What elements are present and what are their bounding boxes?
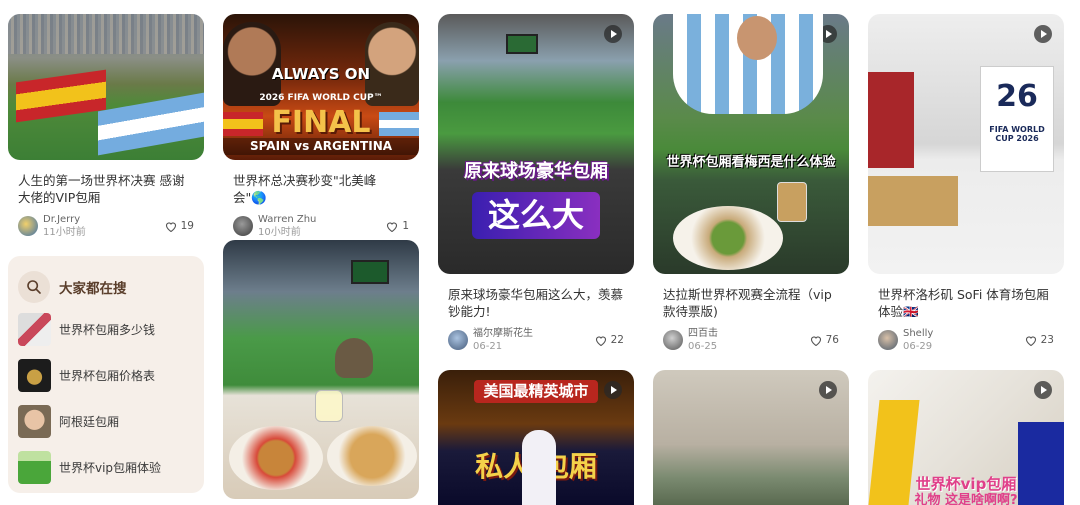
card-thumbnail[interactable] (8, 14, 204, 160)
card-thumbnail[interactable]: 26 FIFA WORLD CUP 2026 (868, 14, 1064, 274)
author-block[interactable]: 四百击 06-25 (688, 327, 718, 353)
card-meta: 福尔摩斯花生 06-21 22 (438, 326, 634, 354)
author-name[interactable]: Shelly (903, 327, 933, 340)
like-count: 19 (180, 220, 194, 232)
suggestion-thumbnail (18, 358, 51, 392)
author-block[interactable]: 福尔摩斯花生 06-21 (473, 327, 533, 353)
card-thumbnail[interactable]: 世界杯包厢看梅西是什么体验 (653, 14, 849, 274)
author-block[interactable]: Dr.Jerry 11小时前 (43, 213, 86, 239)
like-button[interactable]: 1 (386, 220, 409, 232)
post-time: 10小时前 (258, 227, 301, 238)
author-block[interactable]: Warren Zhu 10小时前 (258, 213, 316, 239)
overlay-event: 2026 FIFA WORLD CUP™ (259, 93, 383, 103)
feed-card[interactable]: 美国最精英城市 私人 包厢 (438, 370, 634, 505)
search-suggestion[interactable]: 世界杯包厢价格表 (8, 352, 204, 398)
overlay-match: SPAIN vs ARGENTINA (223, 138, 419, 156)
search-suggestion[interactable]: 阿根廷包厢 (8, 398, 204, 444)
avatar[interactable] (448, 330, 468, 350)
author-name[interactable]: Dr.Jerry (43, 213, 86, 226)
card-meta: 四百击 06-25 76 (653, 326, 849, 354)
avatar[interactable] (878, 330, 898, 350)
like-count: 1 (402, 220, 409, 232)
feed-card[interactable] (653, 370, 849, 505)
video-play-icon[interactable] (604, 381, 622, 399)
feed-card[interactable]: 26 FIFA WORLD CUP 2026 世界杯洛杉矶 SoFi 体育场包厢… (868, 14, 1064, 354)
like-count: 22 (610, 334, 624, 346)
feed-card[interactable]: 世界杯vip包厢 礼物 这是啥啊啊? (868, 370, 1064, 505)
card-title[interactable]: 人生的第一场世界杯决赛 感谢大佬的VIP包厢 (8, 172, 204, 206)
avatar[interactable] (18, 216, 38, 236)
card-title[interactable]: 达拉斯世界杯观赛全流程（vip款待票版) (653, 286, 849, 320)
heart-icon (165, 221, 177, 232)
author-name[interactable]: 四百击 (688, 327, 718, 340)
heart-icon (1025, 335, 1037, 346)
overlay-badge-number: 26 (996, 79, 1038, 114)
post-time: 11小时前 (43, 227, 86, 238)
suggestion-thumbnail (18, 312, 51, 346)
search-panel-header: 大家都在搜 (8, 256, 204, 306)
card-title[interactable]: 原来球场豪华包厢这么大，羡慕钞能力! (438, 286, 634, 320)
like-button[interactable]: 76 (810, 334, 839, 346)
card-meta: Dr.Jerry 11小时前 19 (8, 212, 204, 240)
like-count: 23 (1040, 334, 1054, 346)
card-thumbnail[interactable]: ALWAYS ON 2026 FIFA WORLD CUP™ FINAL SPA… (223, 14, 419, 160)
avatar[interactable] (233, 216, 253, 236)
suggestion-thumbnail (18, 404, 51, 438)
suggestion-label[interactable]: 世界杯包厢价格表 (59, 367, 155, 384)
search-panel-heading: 大家都在搜 (59, 281, 127, 297)
heart-icon (595, 335, 607, 346)
overlay-line1: 美国最精英城市 (474, 380, 598, 403)
like-count: 76 (825, 334, 839, 346)
like-button[interactable]: 22 (595, 334, 624, 346)
overlay-badge-text: FIFA WORLD CUP 2026 (989, 125, 1045, 143)
overlay-line2: 这么大 (472, 192, 600, 240)
card-meta: Warren Zhu 10小时前 1 (223, 212, 419, 240)
trending-search-panel: 大家都在搜 世界杯包厢多少钱 世界杯包厢价格表 阿根廷包厢 世界杯vip包厢体验 (8, 256, 204, 493)
post-time: 06-29 (903, 341, 933, 352)
overlay-line1: 原来球场豪华包厢 (464, 161, 608, 182)
suggestion-label[interactable]: 世界杯包厢多少钱 (59, 321, 155, 338)
overlay-line1: 世界杯vip包厢 (915, 475, 1017, 493)
video-play-icon[interactable] (1034, 25, 1052, 43)
overlay-line2: 礼物 这是啥啊啊? (914, 493, 1018, 505)
like-button[interactable]: 19 (165, 220, 194, 232)
card-thumbnail[interactable]: 世界杯vip包厢 礼物 这是啥啊啊? (868, 370, 1064, 505)
feed-card[interactable]: 原来球场豪华包厢 这么大 原来球场豪华包厢这么大，羡慕钞能力! 福尔摩斯花生 0… (438, 14, 634, 354)
feed-card[interactable] (223, 240, 419, 499)
card-thumbnail[interactable] (223, 240, 419, 499)
feed-card[interactable]: ALWAYS ON 2026 FIFA WORLD CUP™ FINAL SPA… (223, 14, 419, 240)
card-title[interactable]: 世界杯总决赛秒变"北美峰会"🌎 (223, 172, 419, 206)
video-play-icon[interactable] (604, 25, 622, 43)
post-time: 06-25 (688, 341, 718, 352)
suggestion-thumbnail (18, 450, 51, 484)
video-play-icon[interactable] (819, 381, 837, 399)
post-time: 06-21 (473, 341, 503, 352)
video-play-icon[interactable] (1034, 381, 1052, 399)
search-suggestion[interactable]: 世界杯包厢多少钱 (8, 306, 204, 352)
author-name[interactable]: 福尔摩斯花生 (473, 327, 533, 340)
card-thumbnail[interactable] (653, 370, 849, 505)
heart-icon (810, 335, 822, 346)
card-thumbnail[interactable]: 美国最精英城市 私人 包厢 (438, 370, 634, 505)
card-meta: Shelly 06-29 23 (868, 326, 1064, 354)
suggestion-label[interactable]: 阿根廷包厢 (59, 413, 119, 430)
card-thumbnail[interactable]: 原来球场豪华包厢 这么大 (438, 14, 634, 274)
overlay-brand: ALWAYS ON (271, 65, 371, 83)
avatar[interactable] (663, 330, 683, 350)
overlay-line1: 世界杯包厢看梅西是什么体验 (666, 155, 836, 170)
search-suggestion[interactable]: 世界杯vip包厢体验 (8, 444, 204, 490)
card-title[interactable]: 世界杯洛杉矶 SoFi 体育场包厢体验🇬🇧 (868, 286, 1064, 320)
suggestion-label[interactable]: 世界杯vip包厢体验 (59, 459, 161, 476)
like-button[interactable]: 23 (1025, 334, 1054, 346)
feed-card[interactable]: 世界杯包厢看梅西是什么体验 达拉斯世界杯观赛全流程（vip款待票版) 四百击 0… (653, 14, 849, 354)
heart-icon (386, 221, 398, 232)
author-block[interactable]: Shelly 06-29 (903, 327, 933, 353)
search-icon (18, 271, 50, 303)
author-name[interactable]: Warren Zhu (258, 213, 316, 226)
feed-card[interactable]: 人生的第一场世界杯决赛 感谢大佬的VIP包厢 Dr.Jerry 11小时前 19 (8, 14, 204, 240)
